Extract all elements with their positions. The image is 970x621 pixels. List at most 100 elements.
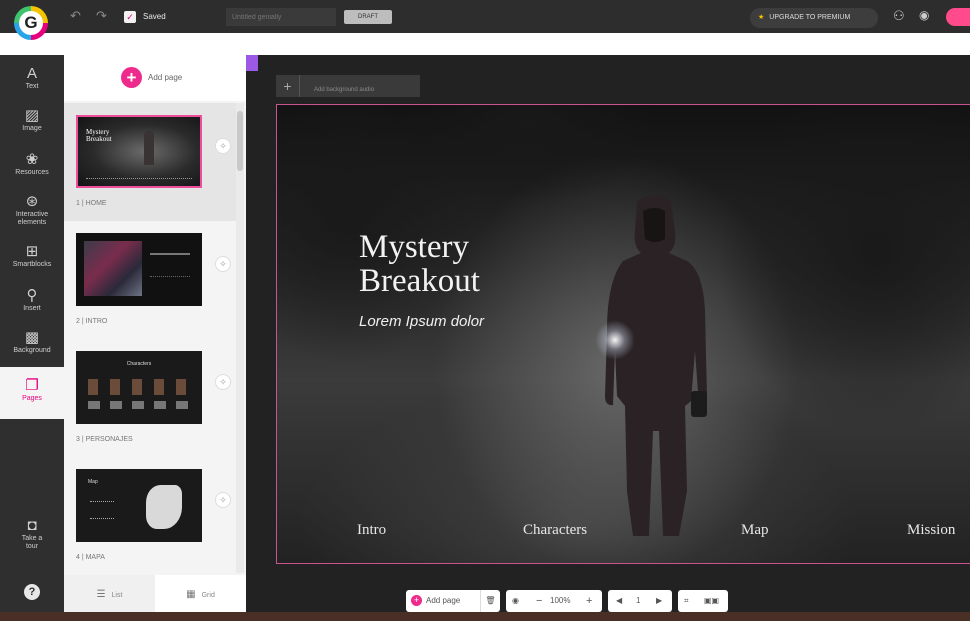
redo-icon[interactable]: ↷ — [96, 8, 107, 24]
plus-icon: + — [276, 75, 300, 97]
magic-wand-icon[interactable]: ✧ — [215, 374, 231, 390]
nav-insert[interactable]: ⚲ Insert — [0, 287, 64, 313]
page-list-scrollbar[interactable] — [236, 103, 244, 573]
add-background-audio-button[interactable]: + Add background audio — [276, 75, 420, 97]
thumb-title: Mystery Breakout — [86, 128, 112, 143]
scrollbar-thumb[interactable] — [237, 111, 243, 171]
pages-icon: ❐ — [25, 377, 39, 394]
tour-icon: ◘ — [27, 517, 37, 534]
list-icon: ☰ — [96, 589, 106, 600]
toggle-view-icon[interactable]: ▣▣ — [704, 590, 719, 612]
publish-button[interactable] — [946, 8, 970, 26]
menu-link-mission[interactable]: Mission — [907, 522, 955, 539]
add-page-row[interactable]: + Add page — [64, 55, 246, 101]
toolbar-strip — [0, 33, 970, 55]
nav-interactive-elements[interactable]: ⊛ Interactive elements — [0, 193, 64, 227]
purple-corner-tag[interactable] — [246, 55, 258, 71]
project-title-input[interactable] — [226, 8, 336, 26]
thumb-text-lines — [90, 501, 114, 519]
nav-text[interactable]: A Text — [0, 65, 64, 91]
flashlight-glow — [595, 320, 635, 360]
page-card-mapa[interactable]: Map 4 | MAPA ✧ — [64, 457, 236, 573]
page-thumbnail[interactable] — [76, 233, 202, 306]
menu-link-characters[interactable]: Characters — [523, 522, 587, 539]
menu-link-intro[interactable]: Intro — [357, 522, 386, 539]
nav-take-a-tour[interactable]: ◘ Take a tour — [0, 517, 64, 551]
draft-badge: DRAFT — [344, 10, 392, 24]
page-label: 1 | HOME — [76, 200, 107, 207]
thumb-figure — [144, 131, 154, 165]
tree-foliage-top — [397, 105, 657, 205]
slide-canvas[interactable]: Mystery Breakout Lorem Ipsum dolor Intro… — [276, 104, 970, 564]
genially-logo[interactable]: G — [14, 6, 48, 40]
saved-check-icon: ✓ — [124, 11, 136, 23]
add-page-label[interactable]: Add page — [148, 73, 182, 82]
nav-background[interactable]: ▩ Background — [0, 329, 64, 355]
page-label: 2 | INTRO — [76, 318, 108, 325]
bottom-add-page-button[interactable]: + Add page — [406, 595, 461, 607]
fit-screen-icon[interactable]: ⌗ — [684, 590, 689, 612]
slide-subtitle[interactable]: Lorem Ipsum dolor — [359, 313, 484, 330]
grid-view-button[interactable]: ▦ Grid — [155, 575, 246, 615]
add-page-plus-icon[interactable]: + — [121, 67, 142, 88]
os-taskbar — [0, 612, 970, 621]
page-label: 4 | MAPA — [76, 554, 105, 561]
preview-icon[interactable]: ◉ — [512, 590, 519, 612]
zoom-out-button[interactable]: − — [536, 590, 542, 612]
editor-app: { "topbar": { "logo_letter": "G", "saved… — [0, 0, 970, 621]
trash-icon[interactable]: 🗑 — [480, 590, 500, 612]
menu-link-map[interactable]: Map — [741, 522, 769, 539]
nav-label: Pages — [22, 395, 42, 402]
view-toggle: ☰ List ▦ Grid — [64, 575, 246, 615]
page-label: 3 | PERSONAJES — [76, 436, 133, 443]
nav-pages[interactable]: ❐ Pages — [0, 367, 64, 419]
interactive-icon: ⊛ — [25, 193, 39, 210]
thumb-characters — [88, 379, 192, 395]
page-thumbnail[interactable]: Characters — [76, 351, 202, 424]
view-options-group: ⌗ ▣▣ — [678, 590, 728, 612]
nav-label: Image — [22, 125, 42, 132]
nav-label: Take a tour — [21, 535, 43, 550]
zoom-in-button[interactable]: + — [586, 590, 592, 612]
undo-icon[interactable]: ↶ — [70, 8, 81, 24]
star-icon: ★ — [758, 14, 765, 21]
thumb-title: Characters — [126, 361, 152, 367]
nav-resources[interactable]: ❀ Resources — [0, 151, 64, 177]
magic-wand-icon[interactable]: ✧ — [215, 256, 231, 272]
left-navigation: A Text ▨ Image ❀ Resources ⊛ Interactive ele… — [0, 55, 64, 615]
saved-status: Saved — [143, 12, 166, 21]
nav-label: Interactive elements — [15, 211, 49, 226]
prev-page-icon[interactable]: ◀ — [616, 590, 622, 612]
thumb-title: Map — [88, 479, 98, 485]
resources-icon: ❀ — [25, 151, 39, 168]
slide-title[interactable]: Mystery Breakout — [359, 230, 480, 298]
nav-image[interactable]: ▨ Image — [0, 107, 64, 133]
image-icon: ▨ — [24, 107, 40, 124]
magic-wand-icon[interactable]: ✧ — [215, 138, 231, 154]
text-icon: A — [26, 65, 37, 82]
thumb-menu — [86, 178, 192, 180]
add-collaborator-icon[interactable]: ⚇ — [893, 8, 905, 24]
upgrade-label: UPGRADE TO PREMIUM — [769, 14, 851, 21]
page-thumbnail[interactable]: Mystery Breakout — [76, 115, 202, 188]
page-card-intro[interactable]: 2 | INTRO ✧ — [64, 221, 236, 339]
page-card-home[interactable]: Mystery Breakout 1 | HOME ✧ — [64, 103, 236, 221]
bottom-add-page-group: + Add page 🗑 — [406, 590, 500, 612]
bottom-add-page-label: Add page — [426, 596, 461, 605]
nav-smartblocks[interactable]: ⊞ Smartblocks — [0, 243, 64, 269]
preview-eye-icon[interactable]: ◉ — [919, 8, 929, 22]
page-card-personajes[interactable]: Characters 3 | PERSONAJES ✧ — [64, 339, 236, 457]
nav-label: Background — [13, 347, 51, 354]
tree-foliage-right — [717, 105, 970, 435]
current-page-number: 1 — [636, 596, 641, 605]
list-label: List — [111, 592, 123, 599]
help-icon[interactable]: ? — [24, 584, 40, 600]
page-thumbnail[interactable]: Map — [76, 469, 202, 542]
upgrade-premium-button[interactable]: ★ UPGRADE TO PREMIUM — [750, 8, 878, 28]
next-page-icon[interactable]: ▶ — [656, 590, 662, 612]
thumb-text-lines — [150, 253, 190, 277]
zoom-group: ◉ − 100% + — [506, 590, 602, 612]
grid-label: Grid — [201, 592, 215, 599]
list-view-button[interactable]: ☰ List — [64, 575, 155, 615]
magic-wand-icon[interactable]: ✧ — [215, 492, 231, 508]
